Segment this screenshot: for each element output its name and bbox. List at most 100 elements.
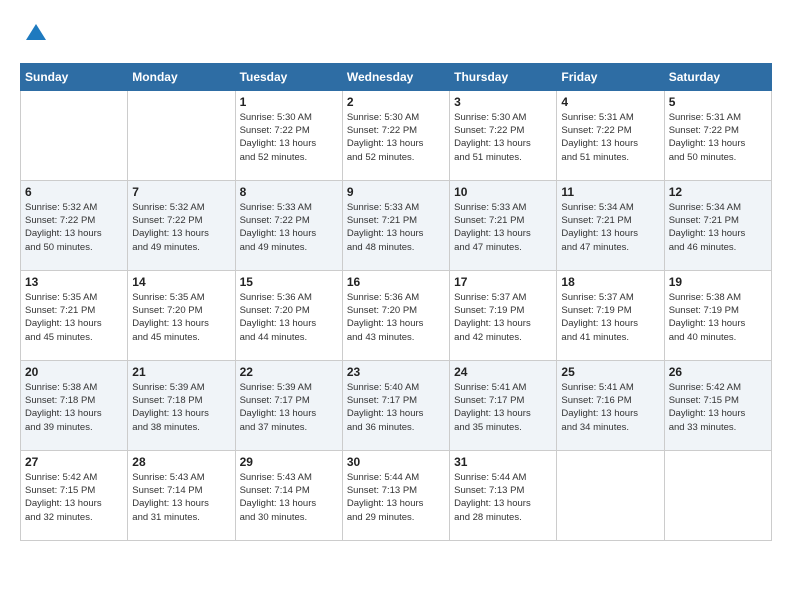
- calendar-week-row: 6 Sunrise: 5:32 AM Sunset: 7:22 PM Daylig…: [21, 180, 772, 270]
- day-number: 28: [132, 455, 230, 469]
- day-number: 26: [669, 365, 767, 379]
- day-info: Sunrise: 5:34 AM Sunset: 7:21 PM Dayligh…: [669, 201, 767, 254]
- calendar-table: SundayMondayTuesdayWednesdayThursdayFrid…: [20, 63, 772, 541]
- day-info: Sunrise: 5:42 AM Sunset: 7:15 PM Dayligh…: [669, 381, 767, 434]
- calendar-cell: 15 Sunrise: 5:36 AM Sunset: 7:20 PM Dayli…: [235, 270, 342, 360]
- day-number: 6: [25, 185, 123, 199]
- day-number: 20: [25, 365, 123, 379]
- day-info: Sunrise: 5:39 AM Sunset: 7:18 PM Dayligh…: [132, 381, 230, 434]
- calendar-week-row: 20 Sunrise: 5:38 AM Sunset: 7:18 PM Dayli…: [21, 360, 772, 450]
- weekday-header-thursday: Thursday: [450, 63, 557, 90]
- weekday-header-monday: Monday: [128, 63, 235, 90]
- day-number: 31: [454, 455, 552, 469]
- calendar-cell: [664, 450, 771, 540]
- calendar-cell: 11 Sunrise: 5:34 AM Sunset: 7:21 PM Dayli…: [557, 180, 664, 270]
- day-info: Sunrise: 5:39 AM Sunset: 7:17 PM Dayligh…: [240, 381, 338, 434]
- day-info: Sunrise: 5:38 AM Sunset: 7:19 PM Dayligh…: [669, 291, 767, 344]
- weekday-header-sunday: Sunday: [21, 63, 128, 90]
- day-number: 22: [240, 365, 338, 379]
- day-info: Sunrise: 5:43 AM Sunset: 7:14 PM Dayligh…: [132, 471, 230, 524]
- calendar-cell: [557, 450, 664, 540]
- day-number: 21: [132, 365, 230, 379]
- calendar-cell: 17 Sunrise: 5:37 AM Sunset: 7:19 PM Dayli…: [450, 270, 557, 360]
- day-number: 11: [561, 185, 659, 199]
- day-number: 29: [240, 455, 338, 469]
- day-info: Sunrise: 5:42 AM Sunset: 7:15 PM Dayligh…: [25, 471, 123, 524]
- calendar-cell: 26 Sunrise: 5:42 AM Sunset: 7:15 PM Dayli…: [664, 360, 771, 450]
- day-info: Sunrise: 5:30 AM Sunset: 7:22 PM Dayligh…: [240, 111, 338, 164]
- day-info: Sunrise: 5:41 AM Sunset: 7:17 PM Dayligh…: [454, 381, 552, 434]
- weekday-header-friday: Friday: [557, 63, 664, 90]
- calendar-cell: 13Sunrise: 5:35 AM Sunset: 7:21 PM Dayli…: [21, 270, 128, 360]
- day-number: 17: [454, 275, 552, 289]
- day-number: 1: [240, 95, 338, 109]
- day-number: 12: [669, 185, 767, 199]
- logo-icon: [22, 20, 50, 48]
- calendar-cell: 8Sunrise: 5:33 AM Sunset: 7:22 PM Daylig…: [235, 180, 342, 270]
- calendar-cell: 27 Sunrise: 5:42 AM Sunset: 7:15 PM Dayli…: [21, 450, 128, 540]
- day-number: 14: [132, 275, 230, 289]
- calendar-cell: 20 Sunrise: 5:38 AM Sunset: 7:18 PM Dayli…: [21, 360, 128, 450]
- day-info: Sunrise: 5:43 AM Sunset: 7:14 PM Dayligh…: [240, 471, 338, 524]
- day-number: 7: [132, 185, 230, 199]
- calendar-cell: 22 Sunrise: 5:39 AM Sunset: 7:17 PM Dayli…: [235, 360, 342, 450]
- day-info: Sunrise: 5:37 AM Sunset: 7:19 PM Dayligh…: [454, 291, 552, 344]
- day-number: 15: [240, 275, 338, 289]
- calendar-cell: 29 Sunrise: 5:43 AM Sunset: 7:14 PM Dayli…: [235, 450, 342, 540]
- weekday-header-saturday: Saturday: [664, 63, 771, 90]
- calendar-cell: 23 Sunrise: 5:40 AM Sunset: 7:17 PM Dayli…: [342, 360, 449, 450]
- day-number: 2: [347, 95, 445, 109]
- calendar-cell: 5Sunrise: 5:31 AM Sunset: 7:22 PM Daylig…: [664, 90, 771, 180]
- calendar-cell: 10 Sunrise: 5:33 AM Sunset: 7:21 PM Dayli…: [450, 180, 557, 270]
- day-number: 18: [561, 275, 659, 289]
- day-number: 19: [669, 275, 767, 289]
- day-number: 13: [25, 275, 123, 289]
- day-info: Sunrise: 5:44 AM Sunset: 7:13 PM Dayligh…: [347, 471, 445, 524]
- day-info: Sunrise: 5:40 AM Sunset: 7:17 PM Dayligh…: [347, 381, 445, 434]
- calendar-cell: 25 Sunrise: 5:41 AM Sunset: 7:16 PM Dayli…: [557, 360, 664, 450]
- calendar-cell: 16 Sunrise: 5:36 AM Sunset: 7:20 PM Dayli…: [342, 270, 449, 360]
- calendar-cell: 24 Sunrise: 5:41 AM Sunset: 7:17 PM Dayli…: [450, 360, 557, 450]
- calendar-cell: 18 Sunrise: 5:37 AM Sunset: 7:19 PM Dayli…: [557, 270, 664, 360]
- calendar-cell: 3 Sunrise: 5:30 AM Sunset: 7:22 PM Daylig…: [450, 90, 557, 180]
- day-info: Sunrise: 5:32 AM Sunset: 7:22 PM Dayligh…: [25, 201, 123, 254]
- day-info: Sunrise: 5:32 AM Sunset: 7:22 PM Dayligh…: [132, 201, 230, 254]
- day-info: Sunrise: 5:36 AM Sunset: 7:20 PM Dayligh…: [240, 291, 338, 344]
- day-info: Sunrise: 5:33 AM Sunset: 7:22 PM Dayligh…: [240, 201, 338, 254]
- day-info: Sunrise: 5:44 AM Sunset: 7:13 PM Dayligh…: [454, 471, 552, 524]
- day-info: Sunrise: 5:41 AM Sunset: 7:16 PM Dayligh…: [561, 381, 659, 434]
- calendar-cell: 9Sunrise: 5:33 AM Sunset: 7:21 PM Daylig…: [342, 180, 449, 270]
- day-info: Sunrise: 5:37 AM Sunset: 7:19 PM Dayligh…: [561, 291, 659, 344]
- day-number: 3: [454, 95, 552, 109]
- day-number: 23: [347, 365, 445, 379]
- day-number: 25: [561, 365, 659, 379]
- day-number: 24: [454, 365, 552, 379]
- weekday-header-row: SundayMondayTuesdayWednesdayThursdayFrid…: [21, 63, 772, 90]
- day-info: Sunrise: 5:35 AM Sunset: 7:20 PM Dayligh…: [132, 291, 230, 344]
- calendar-cell: 30 Sunrise: 5:44 AM Sunset: 7:13 PM Dayli…: [342, 450, 449, 540]
- calendar-week-row: 1 Sunrise: 5:30 AM Sunset: 7:22 PM Daylig…: [21, 90, 772, 180]
- calendar-cell: [21, 90, 128, 180]
- calendar-cell: 6 Sunrise: 5:32 AM Sunset: 7:22 PM Daylig…: [21, 180, 128, 270]
- day-info: Sunrise: 5:34 AM Sunset: 7:21 PM Dayligh…: [561, 201, 659, 254]
- calendar-week-row: 27 Sunrise: 5:42 AM Sunset: 7:15 PM Dayli…: [21, 450, 772, 540]
- calendar-cell: 31 Sunrise: 5:44 AM Sunset: 7:13 PM Dayli…: [450, 450, 557, 540]
- day-number: 10: [454, 185, 552, 199]
- day-number: 9: [347, 185, 445, 199]
- day-number: 30: [347, 455, 445, 469]
- calendar-cell: 4Sunrise: 5:31 AM Sunset: 7:22 PM Daylig…: [557, 90, 664, 180]
- day-info: Sunrise: 5:38 AM Sunset: 7:18 PM Dayligh…: [25, 381, 123, 434]
- day-info: Sunrise: 5:30 AM Sunset: 7:22 PM Dayligh…: [454, 111, 552, 164]
- day-number: 27: [25, 455, 123, 469]
- day-info: Sunrise: 5:36 AM Sunset: 7:20 PM Dayligh…: [347, 291, 445, 344]
- day-info: Sunrise: 5:30 AM Sunset: 7:22 PM Dayligh…: [347, 111, 445, 164]
- day-number: 16: [347, 275, 445, 289]
- calendar-cell: 28 Sunrise: 5:43 AM Sunset: 7:14 PM Dayli…: [128, 450, 235, 540]
- calendar-cell: 12 Sunrise: 5:34 AM Sunset: 7:21 PM Dayli…: [664, 180, 771, 270]
- day-info: Sunrise: 5:33 AM Sunset: 7:21 PM Dayligh…: [454, 201, 552, 254]
- calendar-week-row: 13Sunrise: 5:35 AM Sunset: 7:21 PM Dayli…: [21, 270, 772, 360]
- calendar-cell: 7 Sunrise: 5:32 AM Sunset: 7:22 PM Daylig…: [128, 180, 235, 270]
- day-number: 5: [669, 95, 767, 109]
- calendar-cell: 19 Sunrise: 5:38 AM Sunset: 7:19 PM Dayli…: [664, 270, 771, 360]
- calendar-cell: 21 Sunrise: 5:39 AM Sunset: 7:18 PM Dayli…: [128, 360, 235, 450]
